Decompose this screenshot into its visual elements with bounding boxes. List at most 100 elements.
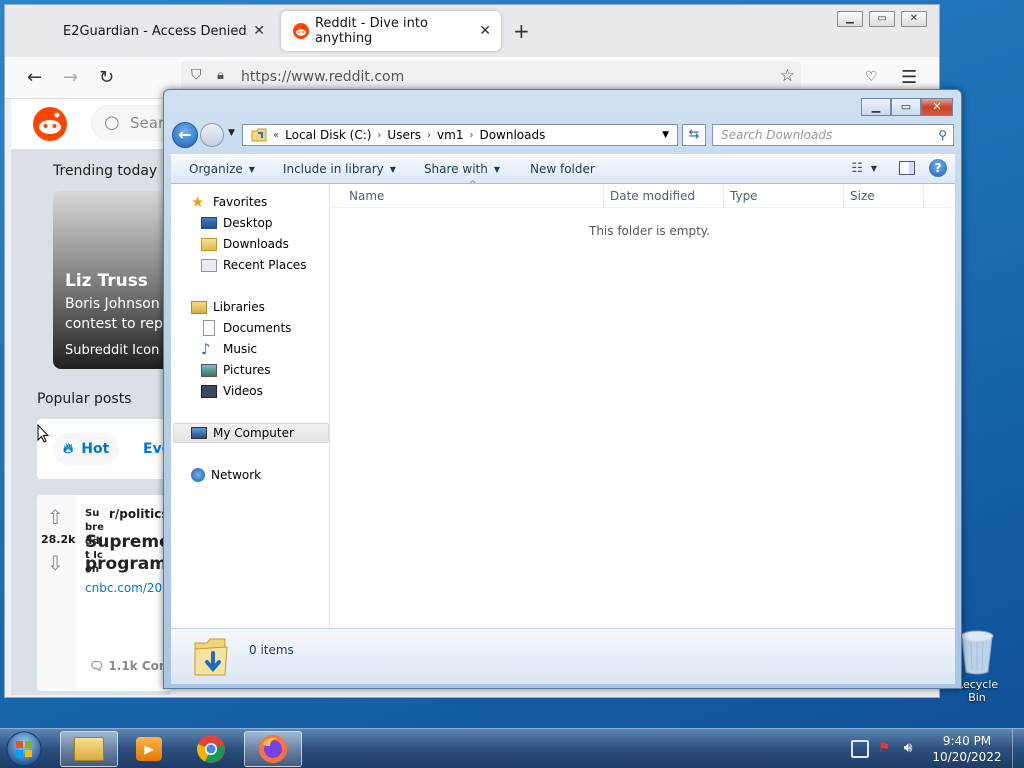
column-divider[interactable] <box>843 184 844 208</box>
chevron-right-icon[interactable]: › <box>377 130 381 141</box>
chevron-down-icon: ▼ <box>493 164 500 174</box>
column-name[interactable]: Name <box>349 189 384 203</box>
downvote-icon[interactable]: ⇩ <box>47 551 64 575</box>
menu-icon[interactable]: ☰ <box>901 67 917 88</box>
nav-music[interactable]: ♪ Music <box>201 339 257 359</box>
column-divider[interactable] <box>923 184 924 208</box>
post-title[interactable]: Supreme program <box>85 531 171 575</box>
taskbar-chrome[interactable] <box>182 731 240 767</box>
explorer-window: ▁ ▭ ✕ ← ▼ « Local Disk (C:) › Users › vm… <box>163 89 962 689</box>
back-button[interactable]: ← <box>172 122 198 148</box>
chevron-down-icon: ▼ <box>248 164 255 174</box>
preview-pane-icon[interactable] <box>899 161 915 175</box>
breadcrumb-downloads[interactable]: Downloads <box>479 128 545 142</box>
pocket-icon[interactable]: ♡ <box>865 69 878 85</box>
search-icon[interactable]: ⚲ <box>938 128 947 142</box>
sort-bar: 🔥︎ Hot Eve <box>37 419 171 479</box>
reddit-page: ○ Sear Trending today Liz Truss Boris Jo… <box>11 99 171 695</box>
new-folder-button[interactable]: New folder <box>530 162 595 176</box>
nav-desktop[interactable]: Desktop <box>201 213 273 233</box>
tab-e2guardian[interactable]: E2Guardian - Access Denied ✕ <box>47 11 275 51</box>
nav-documents[interactable]: Documents <box>201 318 291 338</box>
network-status-icon[interactable] <box>851 740 869 758</box>
reddit-search-input[interactable]: ○ Sear <box>91 105 171 141</box>
command-bar: Organize ▼ Include in library ▼ Share with… <box>171 154 955 184</box>
trending-card[interactable]: Liz Truss Boris Johnson e contest to rep… <box>53 191 171 369</box>
trend-subtitle: Boris Johnson e contest to repla <box>65 296 171 332</box>
close-icon[interactable]: ✕ <box>253 23 265 39</box>
nav-favorites[interactable]: ★ Favorites <box>191 192 267 212</box>
nav-libraries[interactable]: Libraries <box>191 297 265 317</box>
taskbar-firefox[interactable] <box>244 731 302 767</box>
vote-column: ⇧ 28.2k ⇩ <box>37 495 77 691</box>
nav-network[interactable]: Network <box>191 465 261 485</box>
taskbar-explorer[interactable] <box>60 731 118 767</box>
history-dropdown-icon[interactable]: ▼ <box>228 128 235 138</box>
sort-hot-button[interactable]: 🔥︎ Hot <box>53 433 120 465</box>
close-button[interactable]: ✕ <box>921 98 953 116</box>
column-divider[interactable] <box>603 184 604 208</box>
clock[interactable]: 9:40 PM 10/20/2022 <box>926 733 1008 765</box>
column-type[interactable]: Type <box>730 189 758 203</box>
forward-button[interactable] <box>200 123 224 147</box>
taskbar-media-player[interactable]: ▶ <box>120 731 178 767</box>
column-divider[interactable] <box>723 184 724 208</box>
reddit-header: ○ Sear <box>11 99 171 149</box>
maximize-button[interactable]: ▭ <box>869 11 895 27</box>
chevron-down-icon[interactable]: ▼ <box>662 130 669 140</box>
column-size[interactable]: Size <box>850 189 875 203</box>
search-input[interactable]: Search Downloads ⚲ <box>712 124 954 146</box>
search-icon: ○ <box>104 112 120 133</box>
nav-downloads[interactable]: Downloads <box>201 234 289 254</box>
breadcrumb-local-disk[interactable]: Local Disk (C:) <box>285 128 371 142</box>
close-icon[interactable]: ✕ <box>479 23 491 39</box>
minimize-button[interactable]: ▁ <box>861 98 891 116</box>
close-button[interactable]: ✕ <box>901 11 927 27</box>
lock-icon[interactable]: 🔒︎ <box>217 68 224 83</box>
nav-videos[interactable]: Videos <box>201 381 263 401</box>
volume-icon[interactable]: 🔊︎ <box>899 740 917 758</box>
include-in-library-button[interactable]: Include in library ▼ <box>283 162 396 176</box>
shield-icon[interactable]: ⛉ <box>191 67 202 83</box>
breadcrumb-users[interactable]: Users <box>387 128 421 142</box>
maximize-button[interactable]: ▭ <box>891 98 921 116</box>
details-pane: 0 items <box>171 628 955 684</box>
back-icon[interactable]: ← <box>27 67 42 88</box>
address-bar[interactable]: « Local Disk (C:) › Users › vm1 › Downlo… <box>242 124 678 146</box>
upvote-icon[interactable]: ⇧ <box>47 505 64 529</box>
chevron-down-icon[interactable]: ▼ <box>871 164 877 173</box>
chevron-right-icon[interactable]: › <box>469 130 473 141</box>
subreddit-name[interactable]: r/politics <box>109 507 168 521</box>
start-button[interactable] <box>4 730 48 768</box>
view-options-icon[interactable]: ☷ <box>851 161 863 176</box>
nav-my-computer[interactable]: My Computer <box>173 423 329 443</box>
chevron-right-icon[interactable]: › <box>427 130 431 141</box>
refresh-button[interactable]: ⇆ <box>682 124 706 146</box>
share-with-button[interactable]: Share with ▼ <box>424 162 500 176</box>
new-tab-icon[interactable]: + <box>513 19 530 43</box>
bookmark-star-icon[interactable]: ☆ <box>780 66 795 86</box>
address-row: ← ▼ « Local Disk (C:) › Users › vm1 › Do… <box>172 122 956 148</box>
windows-logo-icon <box>6 731 42 767</box>
help-icon[interactable]: ? <box>929 159 947 177</box>
forward-icon[interactable]: → <box>63 67 78 88</box>
breadcrumb-vm1[interactable]: vm1 <box>437 128 463 142</box>
reload-icon[interactable]: ↻ <box>99 67 114 88</box>
overflow-chevron-icon[interactable]: « <box>273 130 279 141</box>
tab-reddit[interactable]: Reddit - Dive into anything ✕ <box>281 11 501 51</box>
column-date-modified[interactable]: Date modified <box>610 189 695 203</box>
comments-button[interactable]: 🗨︎ 1.1k Com <box>89 659 171 673</box>
organize-button[interactable]: Organize ▼ <box>189 162 255 176</box>
chevron-down-icon: ▼ <box>389 164 396 174</box>
tab-strip: E2Guardian - Access Denied ✕ Reddit - Di… <box>5 5 939 57</box>
post-card[interactable]: ⇧ 28.2k ⇩ Subreddit Icon r/politics Supr… <box>37 495 171 691</box>
action-center-flag-icon[interactable]: ⚑ <box>875 740 893 758</box>
show-desktop-button[interactable] <box>1012 729 1024 768</box>
minimize-button[interactable]: ▁ <box>837 11 863 27</box>
nav-pictures[interactable]: Pictures <box>201 360 271 380</box>
reddit-logo-icon[interactable] <box>33 107 67 141</box>
post-link[interactable]: cnbc.com/202 <box>85 581 170 595</box>
downloads-folder-icon <box>201 237 217 251</box>
star-icon: ★ <box>191 193 205 211</box>
nav-recent-places[interactable]: Recent Places <box>201 255 306 275</box>
